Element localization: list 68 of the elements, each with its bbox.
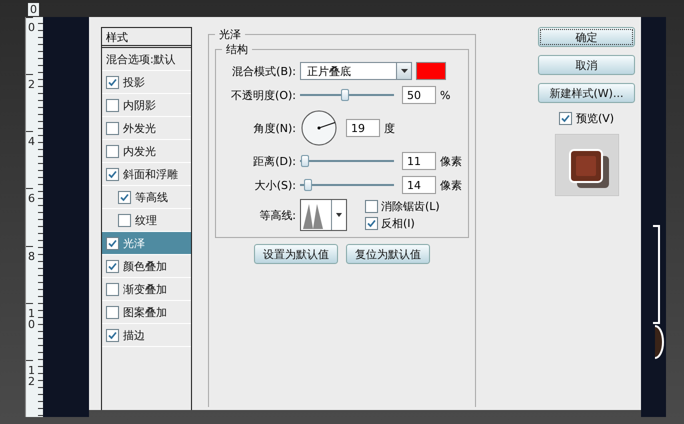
unit-label: 度 xyxy=(384,120,395,136)
checkbox-label: 消除锯齿(L) xyxy=(381,199,440,214)
slider-thumb[interactable] xyxy=(300,155,309,167)
checkbox[interactable] xyxy=(365,200,378,213)
style-list-item[interactable]: 外发光 xyxy=(102,117,191,140)
style-preview-drawing xyxy=(554,134,618,196)
checkbox[interactable] xyxy=(106,168,119,180)
style-list-item[interactable]: 渐变叠加 xyxy=(102,278,191,301)
ruler-number: 0 xyxy=(28,3,39,16)
style-list-item[interactable]: 混合选项:默认 xyxy=(102,48,191,71)
checkbox[interactable] xyxy=(106,236,119,250)
field-label: 角度(N): xyxy=(252,120,296,136)
style-list-item[interactable]: 投影 xyxy=(102,71,191,94)
checkbox[interactable] xyxy=(106,144,119,158)
style-list-item[interactable]: 内阴影 xyxy=(102,94,191,117)
style-list-item[interactable]: 颜色叠加 xyxy=(102,255,191,278)
group-title: 光泽 xyxy=(218,27,242,42)
checkbox-label: 预览(V) xyxy=(576,111,614,126)
checkbox[interactable] xyxy=(106,122,119,134)
ruler-number: 4 xyxy=(26,131,33,188)
slider-track[interactable] xyxy=(300,178,394,192)
unit-label: 像素 xyxy=(440,154,462,168)
default-button[interactable]: 设置为默认值 xyxy=(254,244,338,264)
field-label: 不透明度(O): xyxy=(230,88,296,102)
checkbox[interactable] xyxy=(118,214,131,226)
ruler-number: 2 xyxy=(26,74,33,132)
checkbox[interactable] xyxy=(106,282,119,296)
style-list-item[interactable]: 等高线 xyxy=(102,186,191,209)
contour-picker[interactable] xyxy=(300,199,347,231)
checkbox[interactable] xyxy=(365,217,378,230)
slider-thumb[interactable] xyxy=(304,179,312,191)
unit-label: % xyxy=(440,88,450,102)
checkbox[interactable] xyxy=(106,98,119,112)
style-list-item[interactable]: 图案叠加 xyxy=(102,301,191,324)
checkbox-label: 反相(I) xyxy=(381,216,415,231)
caret-icon xyxy=(336,213,342,217)
style-list-item[interactable]: 光泽 xyxy=(102,232,191,255)
number-field[interactable]: 19 xyxy=(346,119,380,137)
unit-label: 像素 xyxy=(440,178,462,192)
field-label: 大小(S): xyxy=(254,178,296,192)
slider-track[interactable] xyxy=(300,88,394,102)
number-field[interactable]: 11 xyxy=(402,152,436,170)
checkbox[interactable] xyxy=(106,328,119,342)
style-list-item[interactable]: 描边 xyxy=(102,324,191,347)
color-swatch[interactable] xyxy=(416,62,446,80)
slider-thumb[interactable] xyxy=(341,89,350,101)
default-button[interactable]: 复位为默认值 xyxy=(346,244,430,264)
style-list-item[interactable]: 斜面和浮雕 xyxy=(102,163,191,186)
panel-header: 样式 xyxy=(102,28,191,48)
field-label: 混合模式(B): xyxy=(231,64,296,78)
field-label: 距离(D): xyxy=(252,154,296,168)
cancel-button[interactable]: 取消 xyxy=(538,55,635,75)
checkbox[interactable] xyxy=(558,112,572,125)
checkbox[interactable] xyxy=(106,76,119,88)
ok-button[interactable]: 确定 xyxy=(538,27,635,47)
blend-mode-dropdown[interactable]: 正片叠底 xyxy=(300,62,412,80)
caret-icon xyxy=(400,69,408,73)
checkbox[interactable] xyxy=(106,306,119,318)
checkbox[interactable] xyxy=(106,260,119,272)
slider-track[interactable] xyxy=(300,154,394,168)
angle-dial[interactable] xyxy=(300,109,338,147)
style-list-item[interactable]: 内发光 xyxy=(102,140,191,163)
field-label: 等高线: xyxy=(258,208,296,222)
checkbox[interactable] xyxy=(118,190,131,204)
number-field[interactable]: 50 xyxy=(402,86,436,104)
group-title: 结构 xyxy=(225,42,249,57)
new-style-button[interactable]: 新建样式(W)... xyxy=(538,83,635,103)
number-field[interactable]: 14 xyxy=(402,176,436,194)
